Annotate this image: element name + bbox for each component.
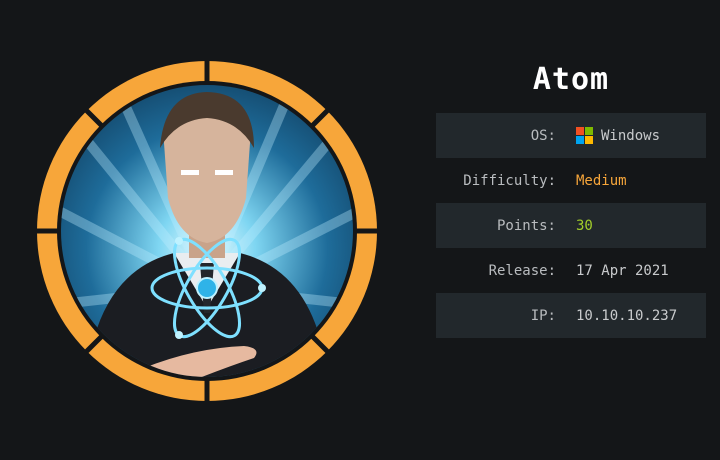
ip-value: 10.10.10.237 bbox=[576, 307, 678, 324]
machine-info-table: OS: Windows Difficulty: Medium Points: 3… bbox=[436, 113, 706, 338]
difficulty-value: Medium bbox=[576, 172, 627, 189]
release-row: Release: 17 Apr 2021 bbox=[436, 248, 706, 293]
points-value: 30 bbox=[576, 217, 593, 234]
points-row: Points: 30 bbox=[436, 203, 706, 248]
points-label: Points: bbox=[496, 217, 556, 234]
atom-man-avatar-icon bbox=[29, 53, 385, 409]
windows-logo-icon bbox=[576, 127, 593, 144]
os-value: Windows bbox=[576, 127, 660, 144]
ip-label: IP: bbox=[530, 307, 556, 324]
os-row: OS: Windows bbox=[436, 113, 706, 158]
os-name: Windows bbox=[601, 127, 661, 144]
os-label: OS: bbox=[530, 127, 556, 144]
machine-name: Atom bbox=[532, 62, 610, 97]
ip-row: IP: 10.10.10.237 bbox=[436, 293, 706, 338]
release-label: Release: bbox=[488, 262, 556, 279]
difficulty-row: Difficulty: Medium bbox=[436, 158, 706, 203]
difficulty-label: Difficulty: bbox=[463, 172, 556, 189]
release-value: 17 Apr 2021 bbox=[576, 262, 669, 279]
